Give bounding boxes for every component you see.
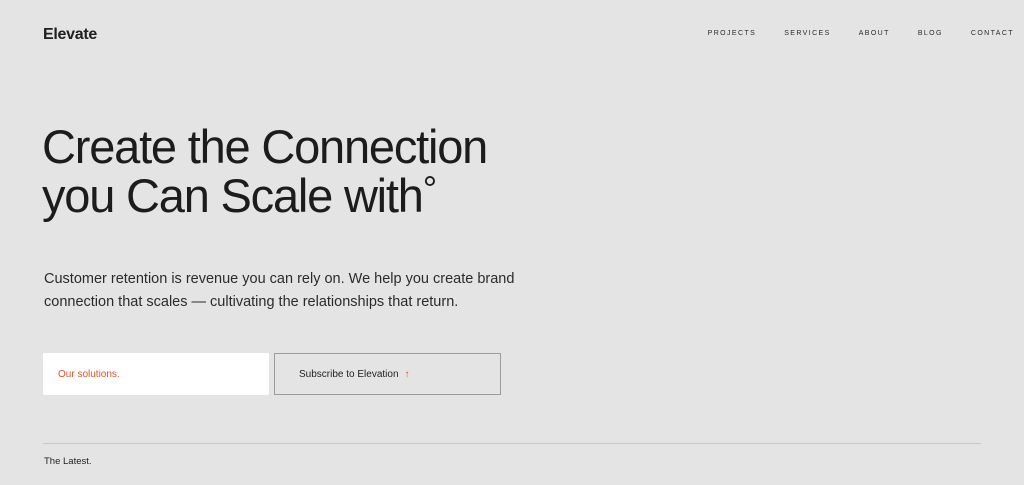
nav-about[interactable]: ABOUT	[859, 30, 890, 37]
subscribe-button[interactable]: Subscribe to Elevation ↑	[274, 353, 501, 395]
our-solutions-button[interactable]: Our solutions.	[43, 353, 269, 395]
main-nav: PROJECTS SERVICES ABOUT BLOG CONTACT	[680, 30, 1014, 37]
nav-projects[interactable]: PROJECTS	[708, 30, 757, 37]
our-solutions-label: Our solutions.	[58, 368, 120, 380]
arrow-up-icon: ↑	[404, 368, 410, 380]
hero-description: Customer retention is revenue you can re…	[44, 271, 515, 310]
subscribe-label: Subscribe to Elevation	[299, 368, 399, 380]
site-logo[interactable]: Elevate	[43, 26, 97, 44]
hero-title-line-1: Create the Connection	[42, 120, 488, 173]
nav-services[interactable]: SERVICES	[784, 30, 830, 37]
nav-contact[interactable]: CONTACT	[971, 30, 1014, 37]
hero-title: Create the Connection you Can Scale with…	[42, 122, 602, 220]
hero-title-line-2: you Can Scale with	[42, 169, 424, 222]
section-divider	[43, 443, 981, 444]
degree-mark: °	[422, 168, 437, 209]
nav-blog[interactable]: BLOG	[918, 30, 943, 37]
hero-title-line-2-wrap: you Can Scale with°	[42, 168, 602, 222]
latest-section-heading: The Latest.	[44, 456, 92, 467]
